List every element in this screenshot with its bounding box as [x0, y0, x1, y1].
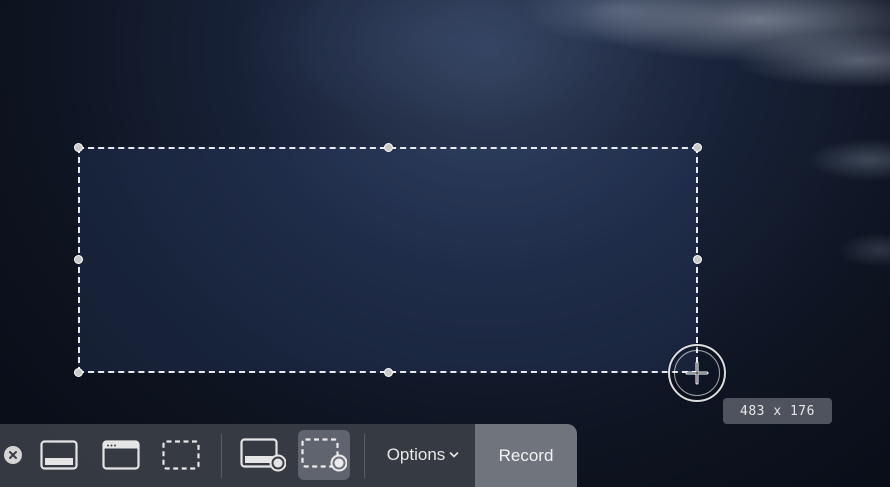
toolbar-divider [364, 434, 365, 478]
record-entire-screen-button[interactable] [236, 432, 290, 478]
handle-top-middle[interactable] [384, 143, 393, 152]
screen-record-icon [240, 438, 286, 472]
window-icon [102, 440, 140, 470]
handle-middle-left[interactable] [74, 255, 83, 264]
close-icon [9, 451, 17, 459]
crosshair-cursor [668, 344, 726, 402]
handle-middle-right[interactable] [693, 255, 702, 264]
toolbar-divider [221, 434, 222, 478]
selection-dimensions: 483 x 176 [723, 398, 832, 424]
record-selection-button[interactable] [298, 430, 350, 480]
capture-window-button[interactable] [95, 432, 147, 478]
options-menu-button[interactable]: Options [378, 438, 468, 472]
capture-selection-button[interactable] [155, 432, 207, 478]
record-button[interactable]: Record [475, 424, 577, 487]
handle-bottom-middle[interactable] [384, 368, 393, 377]
screen-icon [40, 440, 78, 470]
screenshot-toolbar: Options Record [0, 424, 577, 487]
selection-area[interactable] [78, 147, 698, 373]
chevron-down-icon [449, 452, 459, 458]
handle-bottom-left[interactable] [74, 368, 83, 377]
close-button[interactable] [4, 446, 22, 464]
crosshair-icon [685, 361, 709, 385]
capture-entire-screen-button[interactable] [33, 432, 85, 478]
selection-record-icon [301, 438, 347, 472]
dashed-selection-icon [162, 440, 200, 470]
handle-top-right[interactable] [693, 143, 702, 152]
options-label: Options [386, 445, 446, 464]
handle-top-left[interactable] [74, 143, 83, 152]
